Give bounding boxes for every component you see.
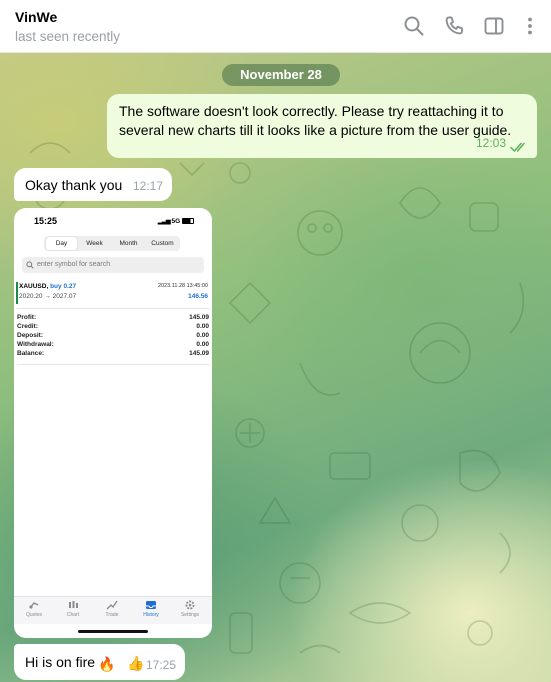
- message-time: 12:03: [475, 136, 506, 150]
- fire-emoji: 🔥: [98, 656, 116, 672]
- message-outgoing[interactable]: The software doesn't look correctly. Ple…: [107, 94, 537, 158]
- phone-status-time: 15:25: [34, 216, 58, 226]
- segment-custom[interactable]: Custom: [146, 237, 179, 250]
- search-icon[interactable]: [402, 14, 426, 38]
- search-icon: [26, 261, 34, 269]
- message-incoming[interactable]: Hi is on fire 🔥 👍 17:25: [14, 644, 185, 680]
- settings-icon: [185, 600, 195, 610]
- read-checks-icon: [510, 142, 525, 152]
- message-text: Hi is on fire: [25, 654, 96, 670]
- chat-title[interactable]: VinWe: [15, 9, 57, 25]
- position-symbol: XAUUSD, buy 0.27: [19, 283, 77, 290]
- segment-day[interactable]: Day: [46, 237, 77, 250]
- tab-settings[interactable]: Settings: [172, 600, 208, 618]
- segment-week[interactable]: Week: [78, 237, 111, 250]
- tab-chart[interactable]: Chart: [55, 600, 91, 618]
- period-segmented-control: Day Week Month Custom: [44, 236, 180, 251]
- position-row[interactable]: XAUUSD, buy 0.27 2020.20 → 2027.07 2023.…: [16, 282, 210, 304]
- phone-icon[interactable]: [442, 14, 466, 38]
- date-separator: November 28: [222, 64, 340, 86]
- history-icon: [146, 601, 156, 609]
- account-summary: Profit: 145.09 Credit: 0.00 Deposit: 0.00 W…: [17, 308, 210, 359]
- chart-icon: [69, 601, 78, 608]
- message-time: 12:17: [132, 179, 163, 193]
- search-placeholder: enter symbol for search: [37, 261, 111, 268]
- phone-status-icons: ▂▃▅ 5G: [158, 217, 194, 225]
- summary-row: Withdrawal: 0.00: [17, 341, 209, 348]
- reaction-thumbs-up[interactable]: 👍: [127, 654, 144, 673]
- image-message[interactable]: 15:25 ▂▃▅ 5G Day Week Month Custom enter…: [14, 208, 212, 638]
- trade-icon: [106, 600, 118, 610]
- position-side: buy 0.27: [50, 283, 77, 290]
- chat-status: last seen recently: [15, 29, 121, 44]
- summary-row: Balance: 145.09: [17, 350, 209, 357]
- chat-header: VinWe last seen recently: [0, 0, 551, 53]
- tab-history[interactable]: History: [133, 600, 169, 618]
- summary-row: Profit: 145.09: [17, 314, 209, 321]
- message-text: Okay thank you: [25, 177, 123, 193]
- more-icon[interactable]: [518, 14, 542, 38]
- position-prices: 2020.20 → 2027.07: [19, 293, 77, 300]
- summary-row: Credit: 0.00: [17, 323, 209, 330]
- tab-quotes[interactable]: Quotes: [16, 600, 52, 618]
- position-profit: 146.56: [188, 293, 208, 300]
- home-indicator: [78, 630, 148, 633]
- position-datetime: 2023.11.28 13:45:00: [157, 283, 208, 289]
- phone-tab-bar: Quotes Chart Trade History Settings: [14, 596, 212, 624]
- summary-row: Deposit: 0.00: [17, 332, 209, 339]
- divider: [17, 364, 210, 365]
- message-text: The software doesn't look correctly. Ple…: [119, 103, 512, 138]
- segment-month[interactable]: Month: [112, 237, 145, 250]
- message-incoming[interactable]: Okay thank you 12:17: [14, 168, 172, 201]
- quotes-icon: [29, 602, 39, 609]
- message-time: 17:25: [145, 658, 176, 672]
- symbol-search-input[interactable]: enter symbol for search: [22, 257, 204, 273]
- tab-trade[interactable]: Trade: [94, 600, 130, 618]
- sidebar-toggle-icon[interactable]: [482, 14, 506, 38]
